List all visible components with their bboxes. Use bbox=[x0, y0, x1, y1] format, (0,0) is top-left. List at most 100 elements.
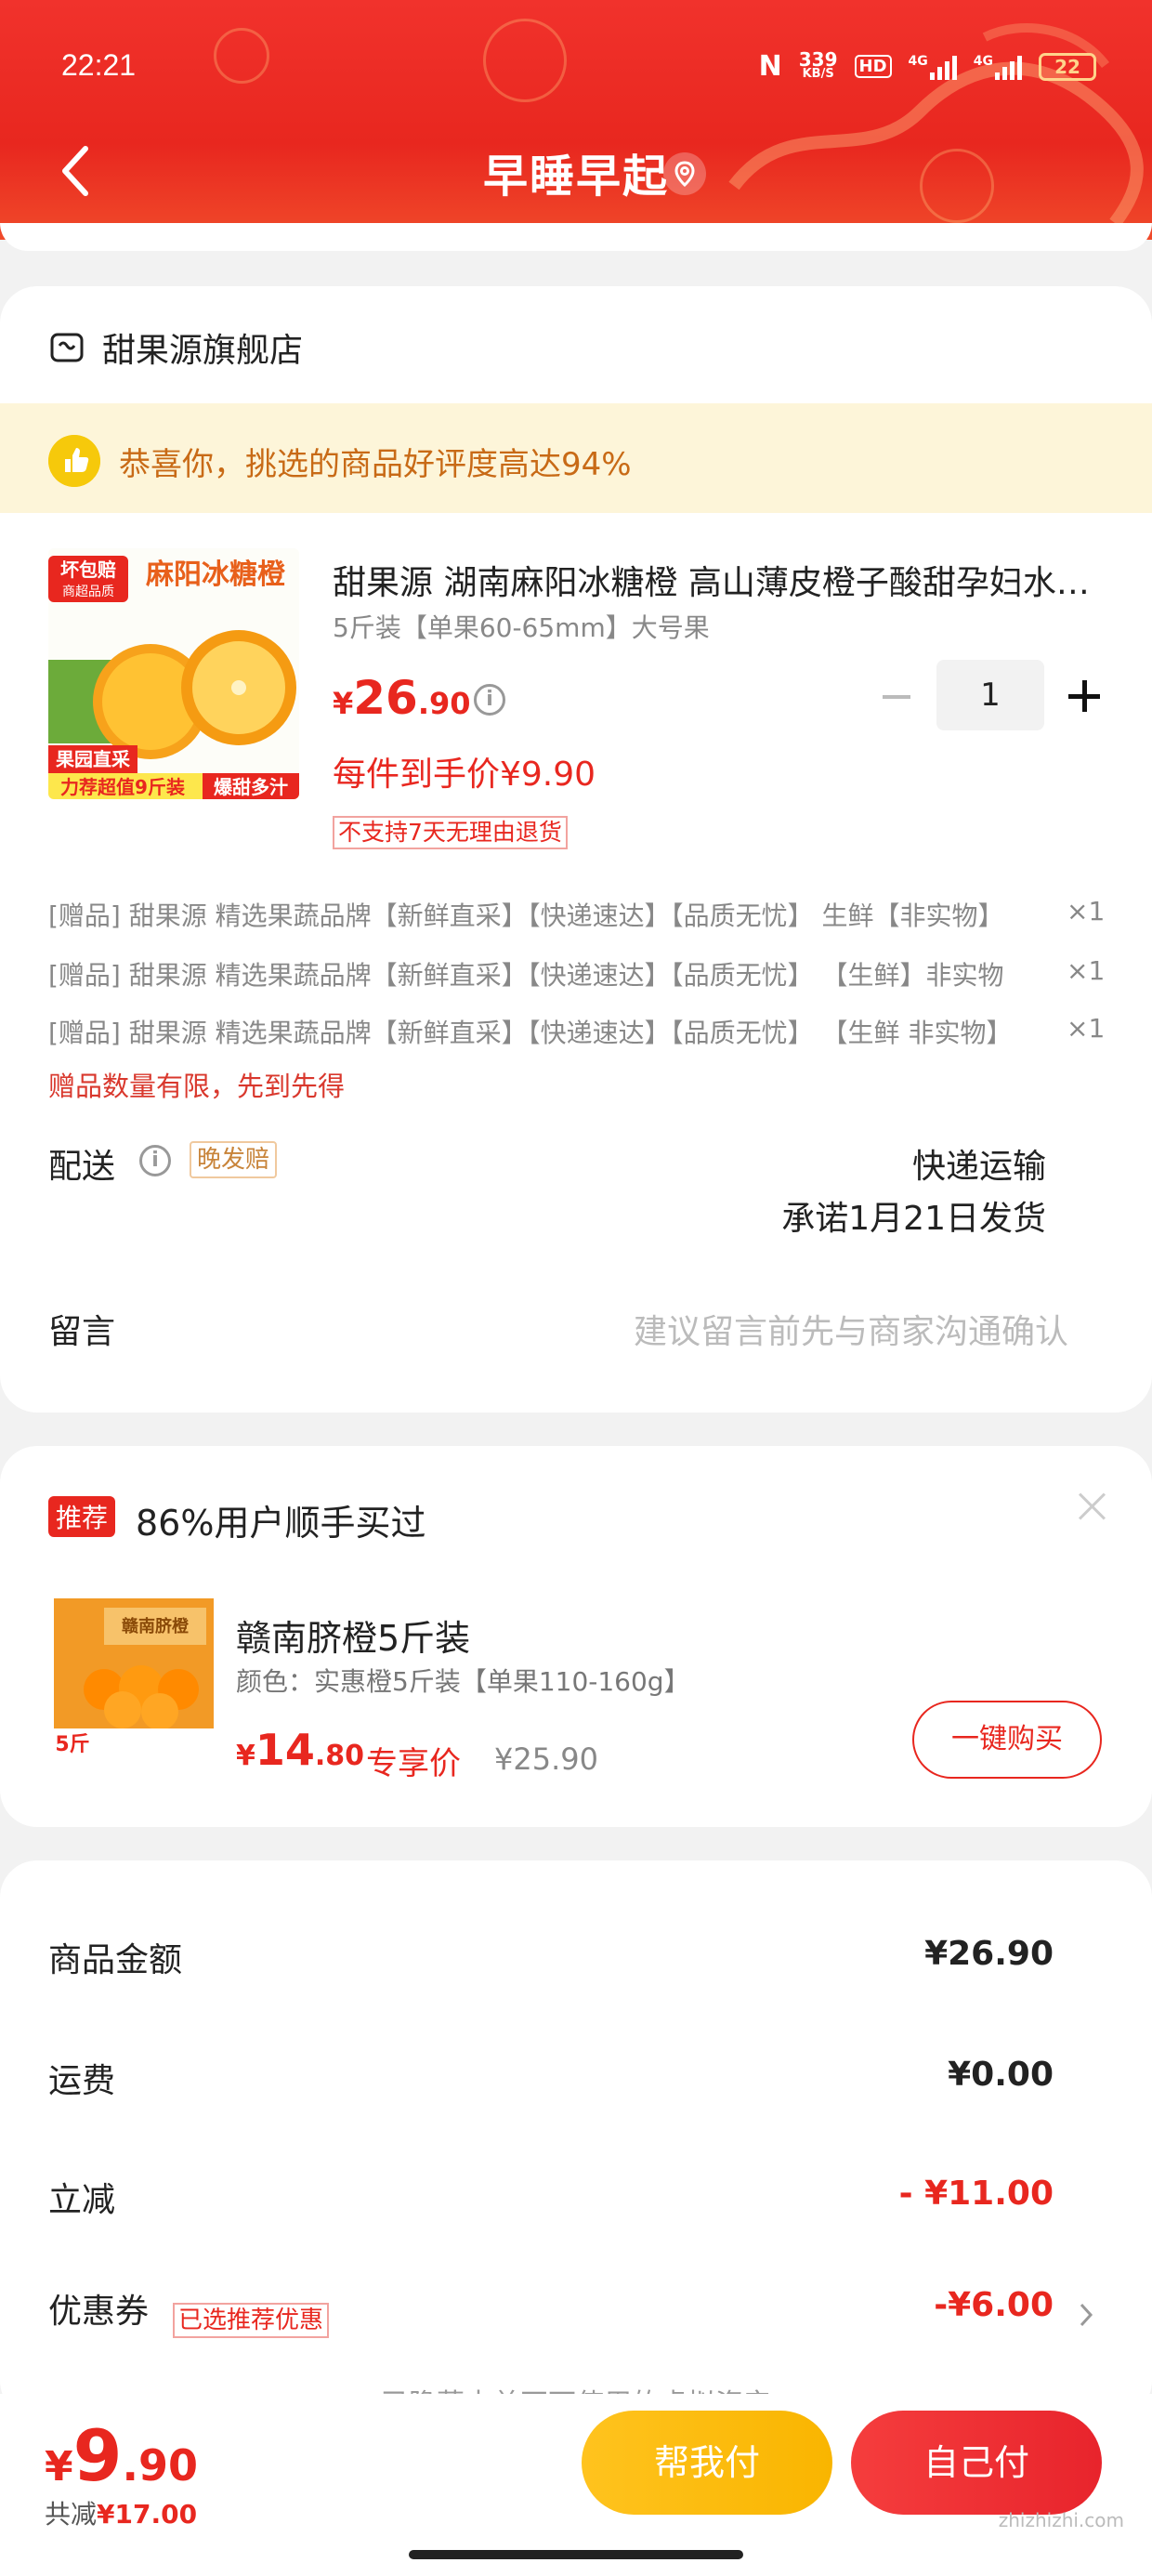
price-summary-card: 商品金额 ¥26.90 运费 ¥0.00 立减 - ¥11.00 优惠券 已选推… bbox=[0, 1860, 1152, 2418]
recommend-card: 推荐 86%用户顺手买过 赣南脐橙 5斤 赣南脐橙5斤装 颜色：实惠橙5斤装【单… bbox=[0, 1446, 1152, 1827]
price-int: 14 bbox=[255, 1725, 315, 1775]
image-badge-2: 商超品质 bbox=[62, 585, 114, 599]
pay-myself-button[interactable]: 自己付 bbox=[851, 2411, 1102, 2515]
price-symbol: ¥ bbox=[333, 686, 354, 721]
nfc-icon: N bbox=[758, 50, 782, 83]
quantity-input[interactable]: 1 bbox=[936, 660, 1044, 730]
delivery-info-icon[interactable]: i bbox=[139, 1145, 171, 1176]
gift-row: [赠品] 甜果源 精选果蔬品牌【新鲜直采】【快递速达】【品质无忧】 【生鲜】非实… bbox=[48, 955, 1106, 992]
delivery-promise: 承诺1月21日发货 bbox=[781, 1200, 1046, 1238]
nav-bar: 早睡早起 bbox=[0, 130, 1152, 214]
net-speed-unit: KB/S bbox=[802, 66, 834, 81]
watermark: zhizhizhi.com bbox=[998, 2509, 1124, 2531]
thumbs-up-icon bbox=[48, 435, 100, 487]
price-int: 26 bbox=[353, 671, 418, 725]
coupon-label: 优惠券 bbox=[48, 2293, 150, 2331]
chevron-right-icon[interactable] bbox=[1076, 2299, 1096, 2331]
navel-orange-illustration: 赣南脐橙 5斤 bbox=[48, 1585, 219, 1756]
rating-banner-text: 恭喜你，挑选的商品好评度高达94% bbox=[119, 446, 632, 483]
price-int: 9 bbox=[72, 2414, 123, 2497]
status-time: 22:21 bbox=[61, 48, 137, 82]
home-indicator[interactable] bbox=[409, 2550, 743, 2559]
items-amount-label: 商品金额 bbox=[48, 1941, 183, 1979]
hidden-assets-note[interactable]: 已隐藏本单不可使用的虚拟资产 bbox=[0, 2377, 1152, 2396]
total-saved: 共减¥17.00 bbox=[45, 2494, 197, 2531]
header: 22:21 N 339 KB/S HD 4G 4G 22 早睡早起 bbox=[0, 0, 1152, 240]
recommend-price: ¥14.80 bbox=[236, 1725, 364, 1775]
location-pin-icon[interactable] bbox=[663, 152, 706, 195]
shop-order-card: 甜果源旗舰店 恭喜你，挑选的商品好评度高达94% 坏包赔 商超品质 麻阳冰糖橙 … bbox=[0, 286, 1152, 1413]
image-badge: 坏包赔 bbox=[60, 559, 116, 581]
hd-icon: HD bbox=[854, 55, 892, 78]
image-text-1: 赣南脐橙 bbox=[122, 1616, 190, 1636]
price-info-icon[interactable]: i bbox=[474, 684, 505, 716]
recommend-tag: 推荐 bbox=[48, 1496, 116, 1537]
gift-text: [赠品] 甜果源 精选果蔬品牌【新鲜直采】【快递速达】【品质无忧】 【生鲜】非实… bbox=[48, 960, 1004, 991]
gift-text: [赠品] 甜果源 精选果蔬品牌【新鲜直采】【快递速达】【品质无忧】 生鲜【非实物… bbox=[48, 900, 1004, 931]
quantity-plus-button[interactable] bbox=[1068, 680, 1100, 712]
gift-note: 赠品数量有限，先到先得 bbox=[48, 1071, 346, 1102]
coupon-tag: 已选推荐优惠 bbox=[173, 2303, 330, 2338]
late-ship-tag[interactable]: 晚发赔 bbox=[190, 1141, 278, 1178]
recommend-product-name[interactable]: 赣南脐橙5斤装 bbox=[236, 1610, 470, 1661]
exclusive-price-label: 专享价 bbox=[366, 1745, 461, 1782]
price-dec: .90 bbox=[122, 2440, 199, 2491]
product-image[interactable]: 坏包赔 商超品质 麻阳冰糖橙 果园直采 力荐超值9斤装 爆甜多汁 bbox=[48, 548, 299, 799]
price-symbol: ¥ bbox=[236, 1740, 255, 1772]
product-title[interactable]: 甜果源 湖南麻阳冰糖橙 高山薄皮橙子酸甜孕妇水果新鲜 bbox=[333, 556, 1104, 604]
shipping-value: ¥0.00 bbox=[948, 2056, 1054, 2094]
shop-header[interactable]: 甜果源旗舰店 bbox=[48, 323, 303, 372]
total-price: ¥9.90 bbox=[45, 2414, 198, 2497]
price-dec: .90 bbox=[417, 686, 471, 721]
shop-icon bbox=[50, 333, 84, 362]
recommend-product-image[interactable]: 赣南脐橙 5斤 bbox=[48, 1585, 219, 1756]
gift-row: [赠品] 甜果源 精选果蔬品牌【新鲜直采】【快递速达】【品质无忧】 【生鲜 非实… bbox=[48, 1013, 1106, 1050]
battery-icon: 22 bbox=[1039, 52, 1096, 81]
delivery-method[interactable]: 快递运输 bbox=[912, 1139, 1046, 1188]
recommend-title: 86%用户顺手买过 bbox=[136, 1503, 426, 1544]
image-tag-3: 爆甜多汁 bbox=[214, 776, 288, 798]
saved-value: ¥17.00 bbox=[97, 2499, 198, 2530]
one-click-buy-button[interactable]: 一键购买 bbox=[912, 1701, 1102, 1779]
help-me-pay-button[interactable]: 帮我付 bbox=[582, 2411, 832, 2515]
product-spec[interactable]: 5斤装【单果60-65mm】大号果 bbox=[333, 608, 710, 645]
gift-text: [赠品] 甜果源 精选果蔬品牌【新鲜直采】【快递速达】【品质无忧】 【生鲜 非实… bbox=[48, 1018, 1013, 1048]
shipping-label: 运费 bbox=[48, 2062, 116, 2100]
checkout-bar: ¥9.90 共减¥17.00 帮我付 自己付 bbox=[0, 2394, 1152, 2576]
no-return-badge: 不支持7天无理由退货 bbox=[333, 816, 568, 849]
gift-count: ×1 bbox=[1067, 1013, 1106, 1044]
unit-price: 每件到手价¥9.90 bbox=[333, 756, 596, 794]
gift-count: ×1 bbox=[1067, 896, 1106, 927]
orange-product-illustration: 坏包赔 商超品质 麻阳冰糖橙 果园直采 力荐超值9斤装 爆甜多汁 bbox=[48, 548, 299, 799]
discount-label: 立减 bbox=[48, 2181, 116, 2219]
net-type-2: 4G bbox=[973, 53, 993, 69]
shop-name: 甜果源旗舰店 bbox=[102, 332, 304, 370]
gift-count: ×1 bbox=[1067, 955, 1106, 986]
memo-label: 留言 bbox=[48, 1313, 116, 1351]
price-dec: .80 bbox=[314, 1740, 365, 1772]
signal-1-icon: 4G bbox=[909, 54, 957, 80]
product-price: ¥26.90 bbox=[333, 671, 471, 725]
net-type-1: 4G bbox=[908, 53, 928, 69]
image-title: 麻阳冰糖橙 bbox=[146, 559, 286, 591]
net-speed: 339 KB/S bbox=[798, 47, 838, 82]
net-speed-value: 339 bbox=[798, 47, 838, 71]
items-amount-value: ¥26.90 bbox=[924, 1935, 1054, 1973]
previous-card-edge bbox=[0, 223, 1152, 251]
status-bar: 22:21 N 339 KB/S HD 4G 4G 22 bbox=[61, 48, 1096, 89]
memo-input[interactable]: 建议留言前先与商家沟通确认 bbox=[634, 1305, 1068, 1353]
image-text-2: 5斤 bbox=[55, 1733, 89, 1756]
discount-value: - ¥11.00 bbox=[898, 2175, 1054, 2213]
quantity-minus-button[interactable] bbox=[883, 695, 910, 699]
original-price: ¥25.90 bbox=[494, 1741, 598, 1777]
close-icon[interactable] bbox=[1078, 1492, 1106, 1520]
price-symbol: ¥ bbox=[45, 2443, 73, 2491]
signal-2-icon: 4G bbox=[974, 54, 1022, 80]
gift-row: [赠品] 甜果源 精选果蔬品牌【新鲜直采】【快递速达】【品质无忧】 生鲜【非实物… bbox=[48, 896, 1106, 933]
delivery-label: 配送 bbox=[48, 1148, 116, 1186]
image-tag-1: 果园直采 bbox=[56, 748, 130, 770]
saved-label: 共减 bbox=[45, 2499, 98, 2530]
coupon-value[interactable]: -¥6.00 bbox=[934, 2286, 1054, 2324]
page-title: 早睡早起 bbox=[482, 151, 669, 203]
recommend-product-spec: 颜色：实惠橙5斤装【单果110-160g】 bbox=[236, 1666, 690, 1697]
